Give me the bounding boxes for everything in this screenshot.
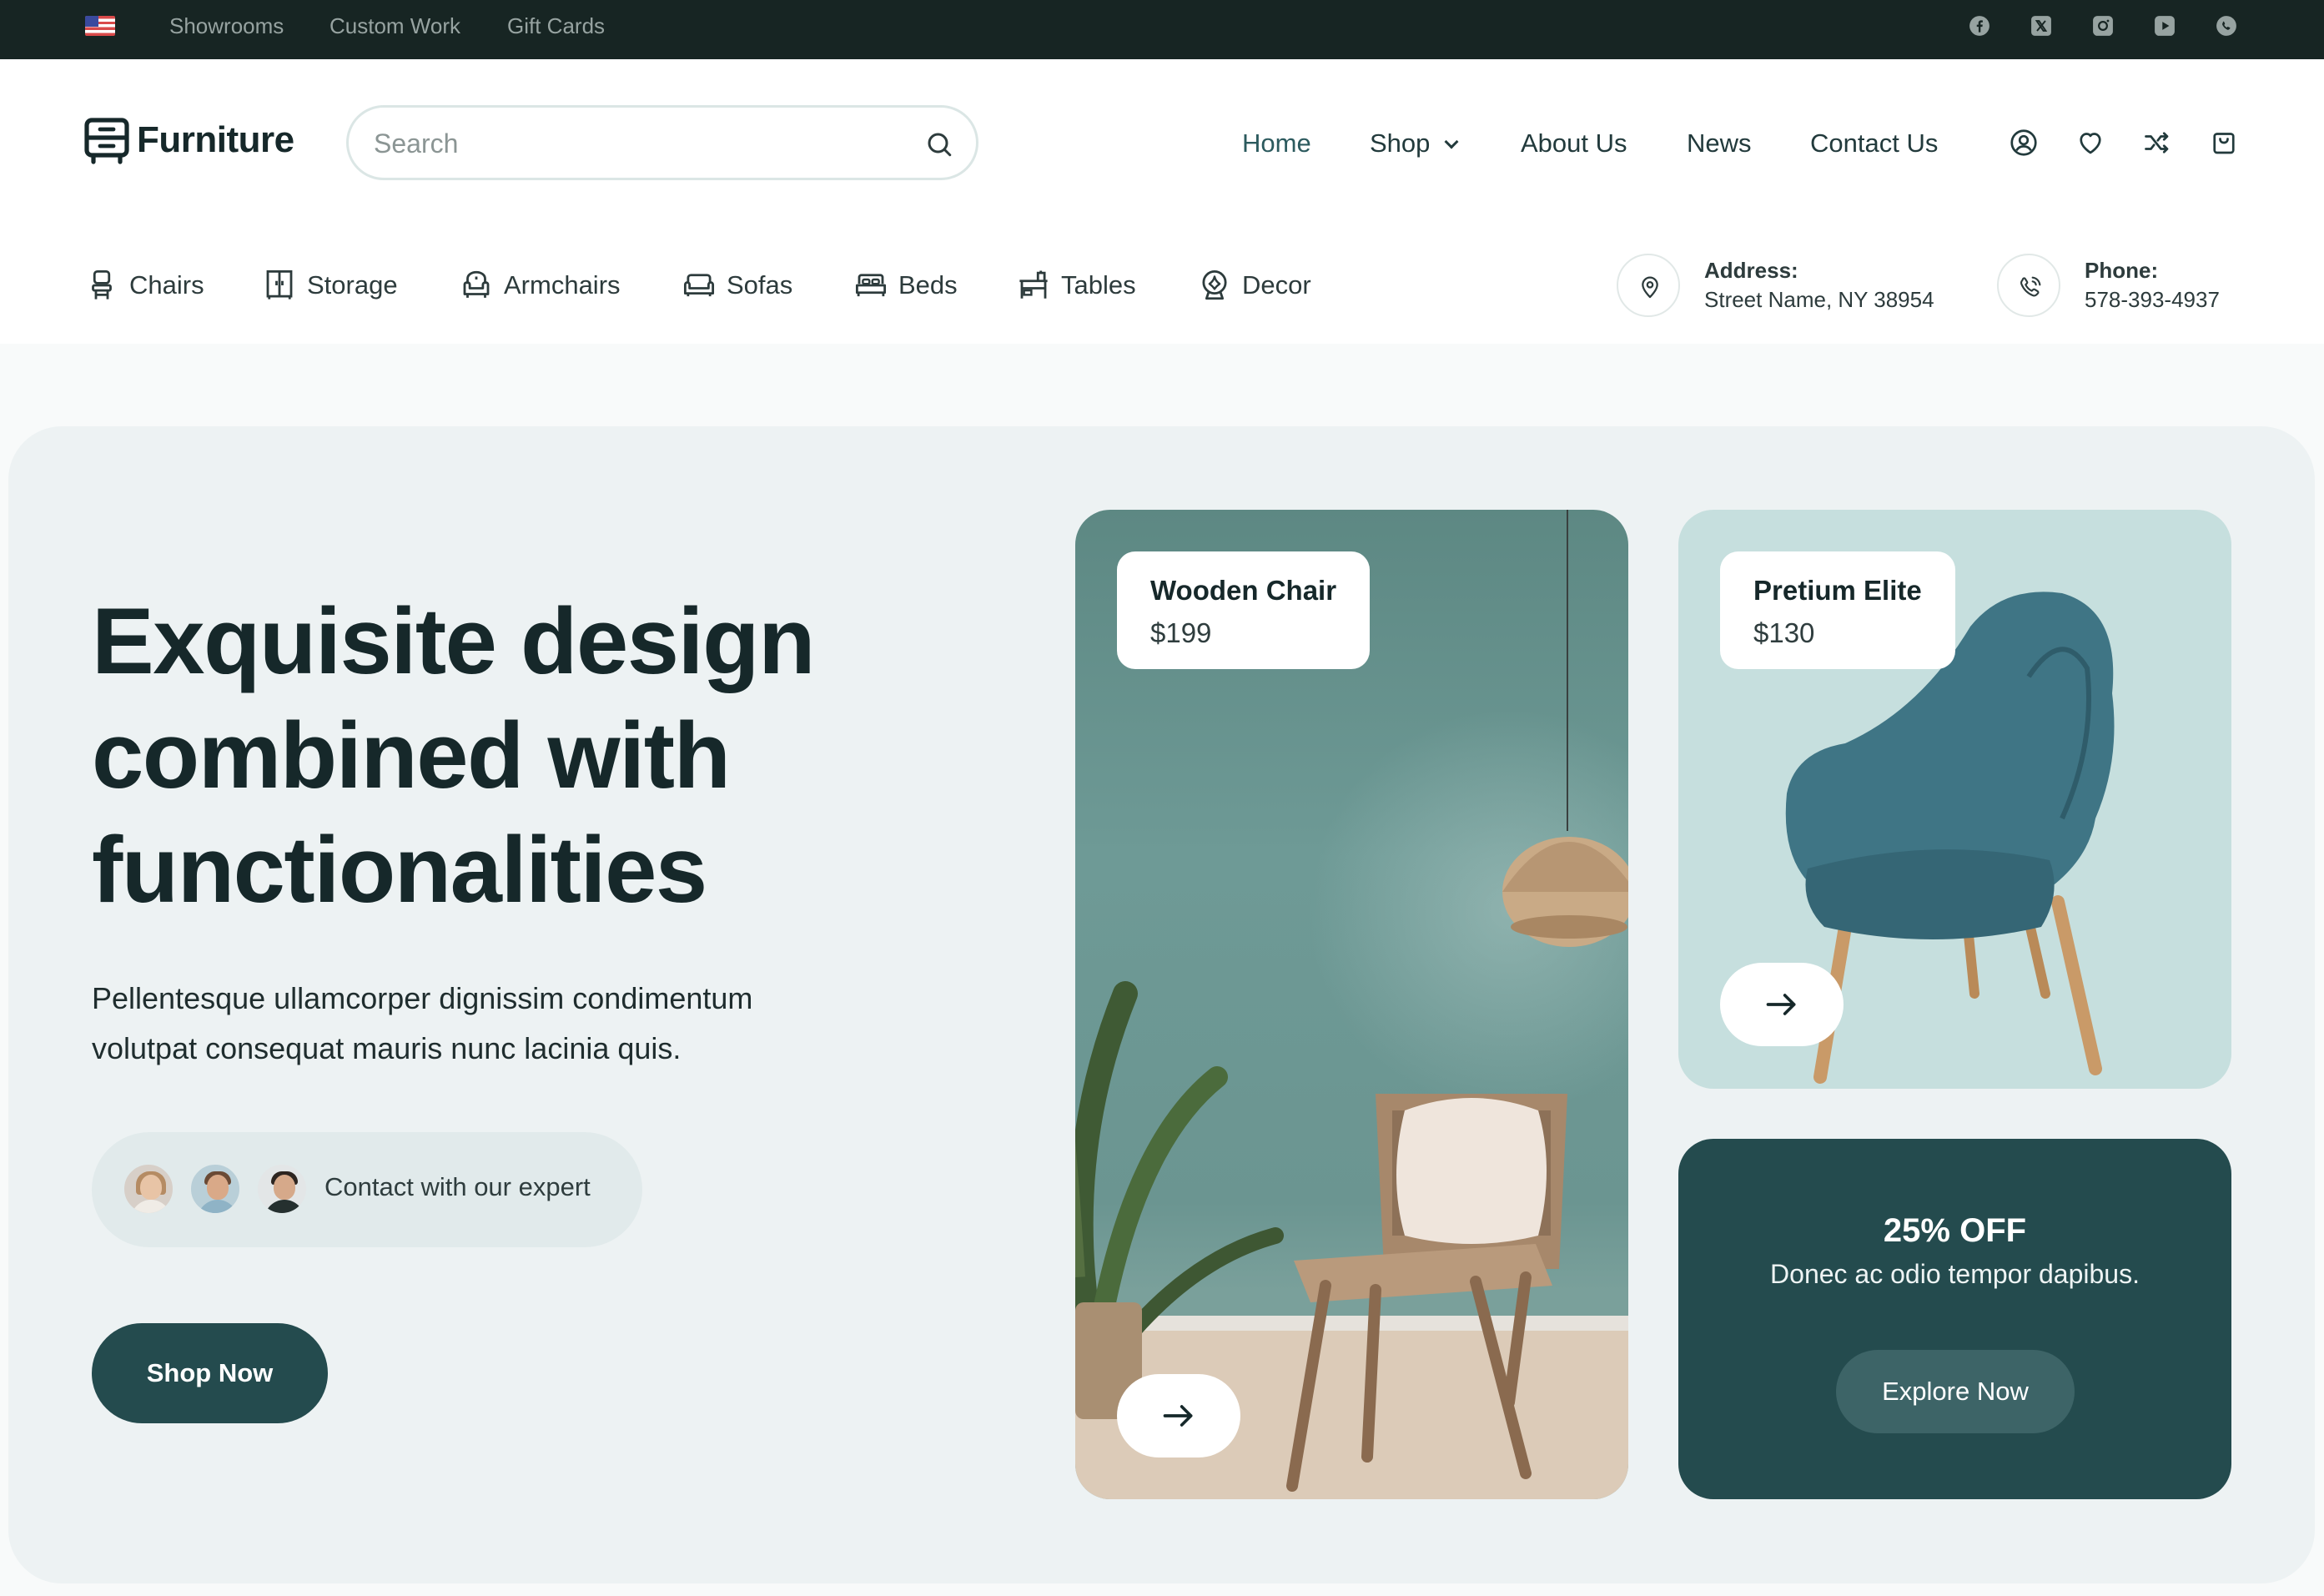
chevron-down-icon [1444, 134, 1459, 149]
hero-subtitle: Pellentesque ullamcorper dignissim condi… [92, 981, 753, 1065]
category-label: Decor [1242, 270, 1311, 300]
nav-shop-label: Shop [1370, 128, 1431, 158]
sofa-icon [683, 274, 715, 297]
product-tag: Pretium Elite $130 [1720, 551, 1955, 669]
category-label: Armchairs [504, 270, 621, 300]
nav-home[interactable]: Home [1242, 128, 1311, 159]
instagram-icon[interactable] [2092, 15, 2114, 37]
table-icon [1019, 270, 1048, 299]
category-decor[interactable]: Decor [1197, 265, 1311, 305]
expert-avatar [189, 1162, 242, 1216]
product-tag: Wooden Chair $199 [1117, 551, 1371, 669]
product-card-wooden-chair[interactable]: Wooden Chair $199 [1075, 510, 1628, 1499]
facebook-icon[interactable] [1969, 15, 1990, 37]
storage-icon [266, 269, 293, 300]
cart-icon[interactable] [2209, 128, 2239, 158]
compare-icon[interactable] [2142, 128, 2172, 158]
nav-news[interactable]: News [1687, 128, 1752, 159]
contact-expert-button[interactable]: Contact with our expert [92, 1132, 642, 1247]
location-pin-icon [1642, 276, 1658, 299]
user-icon[interactable] [2009, 128, 2039, 158]
contact-expert-label: Contact with our expert [324, 1172, 591, 1201]
category-armchairs[interactable]: Armchairs [459, 265, 621, 305]
us-flag-icon[interactable] [85, 16, 115, 36]
product-card-pretium-elite[interactable]: Pretium Elite $130 [1678, 510, 2231, 1089]
category-label: Tables [1061, 270, 1136, 300]
category-beds[interactable]: Beds [853, 265, 958, 305]
category-tables[interactable]: Tables [1016, 265, 1136, 305]
youtube-icon[interactable] [2154, 15, 2176, 37]
search-input[interactable] [374, 124, 908, 163]
arrow-right-icon [1163, 1405, 1193, 1427]
bed-icon [855, 274, 887, 297]
decor-icon [1202, 269, 1227, 300]
promo-subtitle: Donec ac odio tempor dapibus. [1770, 1259, 2140, 1289]
category-storage[interactable]: Storage [262, 265, 398, 305]
hero-headline: Exquisite design combined with functiona… [92, 584, 968, 927]
nav-contact-us[interactable]: Contact Us [1810, 128, 1938, 159]
headline-line: functionalities [92, 818, 707, 922]
product-name: Pretium Elite [1753, 575, 1922, 606]
nav-about-us[interactable]: About Us [1521, 128, 1627, 159]
promo-title: 25% OFF [1883, 1212, 2027, 1249]
whatsapp-icon[interactable] [2216, 15, 2237, 37]
logo[interactable]: Furniture [83, 115, 294, 165]
expert-avatar [255, 1162, 309, 1216]
product-name: Wooden Chair [1150, 575, 1337, 606]
headline-line: Exquisite design [92, 589, 815, 693]
promo-card: 25% OFF Donec ac odio tempor dapibus. Ex… [1678, 1139, 2231, 1499]
shop-now-button[interactable]: Shop Now [92, 1323, 328, 1423]
phone-badge[interactable] [1997, 254, 2060, 317]
product-arrow-button[interactable] [1720, 963, 1844, 1046]
logo-text: Furniture [137, 119, 294, 160]
top-link-custom-work[interactable]: Custom Work [329, 12, 460, 40]
expert-avatar [122, 1162, 175, 1216]
phone-label: Phone: [2085, 258, 2159, 283]
product-price: $130 [1753, 617, 1815, 648]
explore-now-button[interactable]: Explore Now [1836, 1350, 2075, 1433]
top-link-gift-cards[interactable]: Gift Cards [507, 12, 605, 40]
nav-shop[interactable]: Shop [1370, 128, 1459, 159]
product-price: $199 [1150, 617, 1212, 648]
search-icon[interactable] [924, 129, 954, 159]
category-sofas[interactable]: Sofas [682, 265, 792, 305]
address-badge [1617, 254, 1680, 317]
x-icon[interactable] [2030, 15, 2052, 37]
top-link-showrooms[interactable]: Showrooms [169, 12, 284, 40]
top-bar: Showrooms Custom Work Gift Cards [0, 0, 2324, 59]
category-label: Chairs [129, 270, 204, 300]
search-bar [346, 105, 978, 180]
category-label: Storage [307, 270, 398, 300]
headline-line: combined with [92, 703, 731, 808]
address-value: Street Name, NY 38954 [1704, 287, 1934, 312]
heart-icon[interactable] [2075, 128, 2105, 158]
category-label: Sofas [727, 270, 793, 300]
product-arrow-button[interactable] [1117, 1374, 1240, 1458]
category-chairs[interactable]: Chairs [84, 265, 204, 305]
category-label: Beds [898, 270, 958, 300]
phone-value[interactable]: 578-393-4937 [2085, 287, 2220, 313]
phone-icon [2020, 276, 2041, 297]
address-label: Address: [1704, 258, 1798, 283]
chair-icon [92, 269, 112, 300]
arrow-right-icon [1766, 994, 1796, 1015]
logo-icon [84, 118, 129, 164]
armchair-icon [463, 270, 490, 298]
